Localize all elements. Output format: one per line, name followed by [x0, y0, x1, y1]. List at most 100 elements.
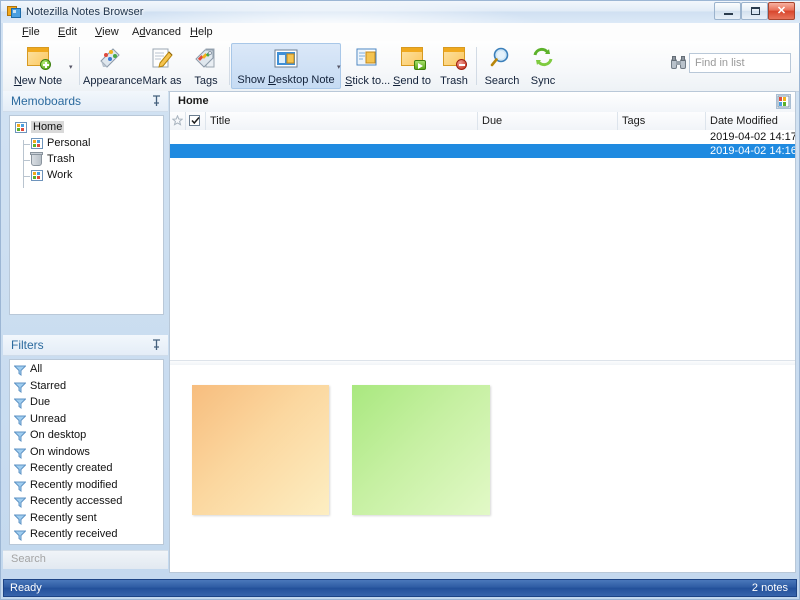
funnel-icon — [14, 382, 26, 393]
trash-bin-icon — [31, 153, 42, 166]
tab-strip: Home — [170, 92, 795, 113]
tree-item-work[interactable]: Work — [10, 168, 163, 184]
show-desktop-note-label: Show Desktop Note — [232, 74, 340, 86]
toolbar: New Note ▾ Appearance — [3, 41, 799, 92]
send-to-button[interactable]: Send to — [391, 43, 433, 89]
column-due[interactable]: Due — [478, 112, 618, 130]
title-bar[interactable]: Notezilla Notes Browser ✕ — [1, 1, 800, 23]
minimize-button[interactable] — [714, 2, 741, 20]
checkbox-icon[interactable] — [189, 115, 200, 126]
find-in-list-container: Find in list — [671, 53, 791, 75]
menu-item-view[interactable]: View — [88, 25, 126, 39]
view-layout-icon[interactable] — [776, 94, 791, 109]
filter-label: Recently accessed — [30, 495, 122, 507]
green-sticky-note[interactable] — [352, 385, 490, 515]
menu-item-help[interactable]: Help — [183, 25, 220, 39]
filter-label: Unread — [30, 413, 66, 425]
sync-label: Sync — [525, 75, 561, 87]
mark-as-button[interactable]: Mark as — [139, 43, 185, 89]
menu-item-advanced[interactable]: Advanced — [125, 25, 188, 39]
funnel-icon — [14, 530, 26, 541]
column-title-label: Title — [210, 115, 230, 127]
stick-to-button[interactable]: Stick to... — [345, 43, 389, 89]
menu-item-edit[interactable]: Edit — [51, 25, 84, 39]
trash-button[interactable]: Trash — [435, 43, 473, 89]
appearance-label: Appearance — [83, 75, 137, 87]
toolbar-separator-2 — [229, 47, 230, 85]
filter-label: Recently created — [30, 462, 113, 474]
tags-label: Tags — [187, 75, 225, 87]
memoboards-tree[interactable]: Home Personal Trash — [9, 115, 164, 315]
orange-sticky-note[interactable] — [192, 385, 329, 515]
show-desktop-note-dropdown-arrow[interactable]: ▾ — [337, 63, 341, 71]
status-bar: Ready 2 notes — [3, 579, 797, 597]
filter-item-recently-accessed[interactable]: Recently accessed — [10, 494, 163, 511]
filters-title: Filters — [11, 338, 44, 352]
maximize-button[interactable] — [741, 2, 768, 20]
new-note-button[interactable]: New Note — [9, 43, 67, 89]
status-count: 2 notes — [752, 582, 788, 594]
filter-item-on-windows[interactable]: On windows — [10, 445, 163, 462]
filter-label: Starred — [30, 380, 66, 392]
table-row[interactable]: 2019-04-02 14:17... — [170, 130, 795, 144]
column-checkbox[interactable] — [186, 112, 206, 130]
filter-label: Recently modified — [30, 479, 117, 491]
filters-list[interactable]: All Starred Due Unread On desktop On win… — [9, 359, 164, 545]
sidebar-search-input[interactable]: Search — [3, 550, 168, 569]
new-note-dropdown-arrow[interactable]: ▾ — [69, 63, 73, 71]
mark-as-icon — [149, 46, 175, 70]
find-in-list-input[interactable]: Find in list — [689, 53, 791, 73]
filter-item-due[interactable]: Due — [10, 395, 163, 412]
filter-item-recently-received[interactable]: Recently received — [10, 527, 163, 544]
funnel-icon — [14, 464, 26, 475]
sidebar-search-placeholder: Search — [11, 553, 46, 565]
search-button[interactable]: Search — [481, 43, 523, 89]
search-label: Search — [481, 75, 523, 87]
filter-item-search-results[interactable]: Search results — [10, 544, 163, 546]
funnel-icon — [14, 415, 26, 426]
funnel-icon — [14, 448, 26, 459]
new-note-label: New Note — [9, 75, 67, 87]
tab-home[interactable]: Home — [178, 95, 209, 107]
show-desktop-note-button[interactable]: Show Desktop Note — [231, 43, 341, 89]
close-button[interactable]: ✕ — [768, 2, 795, 20]
filter-item-recently-modified[interactable]: Recently modified — [10, 478, 163, 495]
send-to-label: Send to — [391, 75, 433, 87]
filter-item-on-desktop[interactable]: On desktop — [10, 428, 163, 445]
column-title[interactable]: Title — [206, 112, 478, 130]
column-due-label: Due — [482, 115, 502, 127]
filter-label: Recently received — [30, 528, 117, 540]
filter-label: Recently sent — [30, 512, 97, 524]
table-row[interactable]: 2019-04-02 14:16... — [170, 144, 795, 158]
appearance-button[interactable]: Appearance — [83, 43, 137, 89]
tree-item-trash[interactable]: Trash — [10, 152, 163, 168]
tree-item-personal[interactable]: Personal — [10, 136, 163, 152]
tree-item-home[interactable]: Home — [10, 120, 163, 136]
menu-item-file[interactable]: File — [15, 25, 47, 39]
sync-button[interactable]: Sync — [525, 43, 561, 89]
row-date-modified: 2019-04-02 14:16... — [710, 145, 795, 157]
window-title: Notezilla Notes Browser — [26, 5, 143, 19]
new-note-icon — [25, 46, 51, 70]
filter-item-unread[interactable]: Unread — [10, 412, 163, 429]
appearance-icon — [97, 46, 123, 70]
app-window: Notezilla Notes Browser ✕ File Edit View… — [0, 0, 800, 600]
memoboards-title: Memoboards — [11, 94, 81, 108]
filter-item-starred[interactable]: Starred — [10, 379, 163, 396]
filter-label: Search results — [30, 545, 100, 546]
column-date-modified[interactable]: Date Modified — [706, 112, 798, 130]
filters-pin-icon[interactable] — [152, 339, 161, 351]
column-star[interactable] — [170, 112, 186, 130]
tags-button[interactable]: Tags — [187, 43, 225, 89]
memoboards-pin-icon[interactable] — [152, 95, 161, 107]
funnel-icon — [14, 514, 26, 525]
filter-item-all[interactable]: All — [10, 362, 163, 379]
filter-item-recently-created[interactable]: Recently created — [10, 461, 163, 478]
column-tags[interactable]: Tags — [618, 112, 706, 130]
filter-item-recently-sent[interactable]: Recently sent — [10, 511, 163, 528]
column-date-modified-label: Date Modified — [710, 115, 778, 127]
note-preview-area — [170, 365, 795, 572]
show-desktop-note-icon — [273, 47, 299, 71]
find-in-list-placeholder: Find in list — [695, 57, 745, 69]
close-icon: ✕ — [769, 3, 794, 19]
